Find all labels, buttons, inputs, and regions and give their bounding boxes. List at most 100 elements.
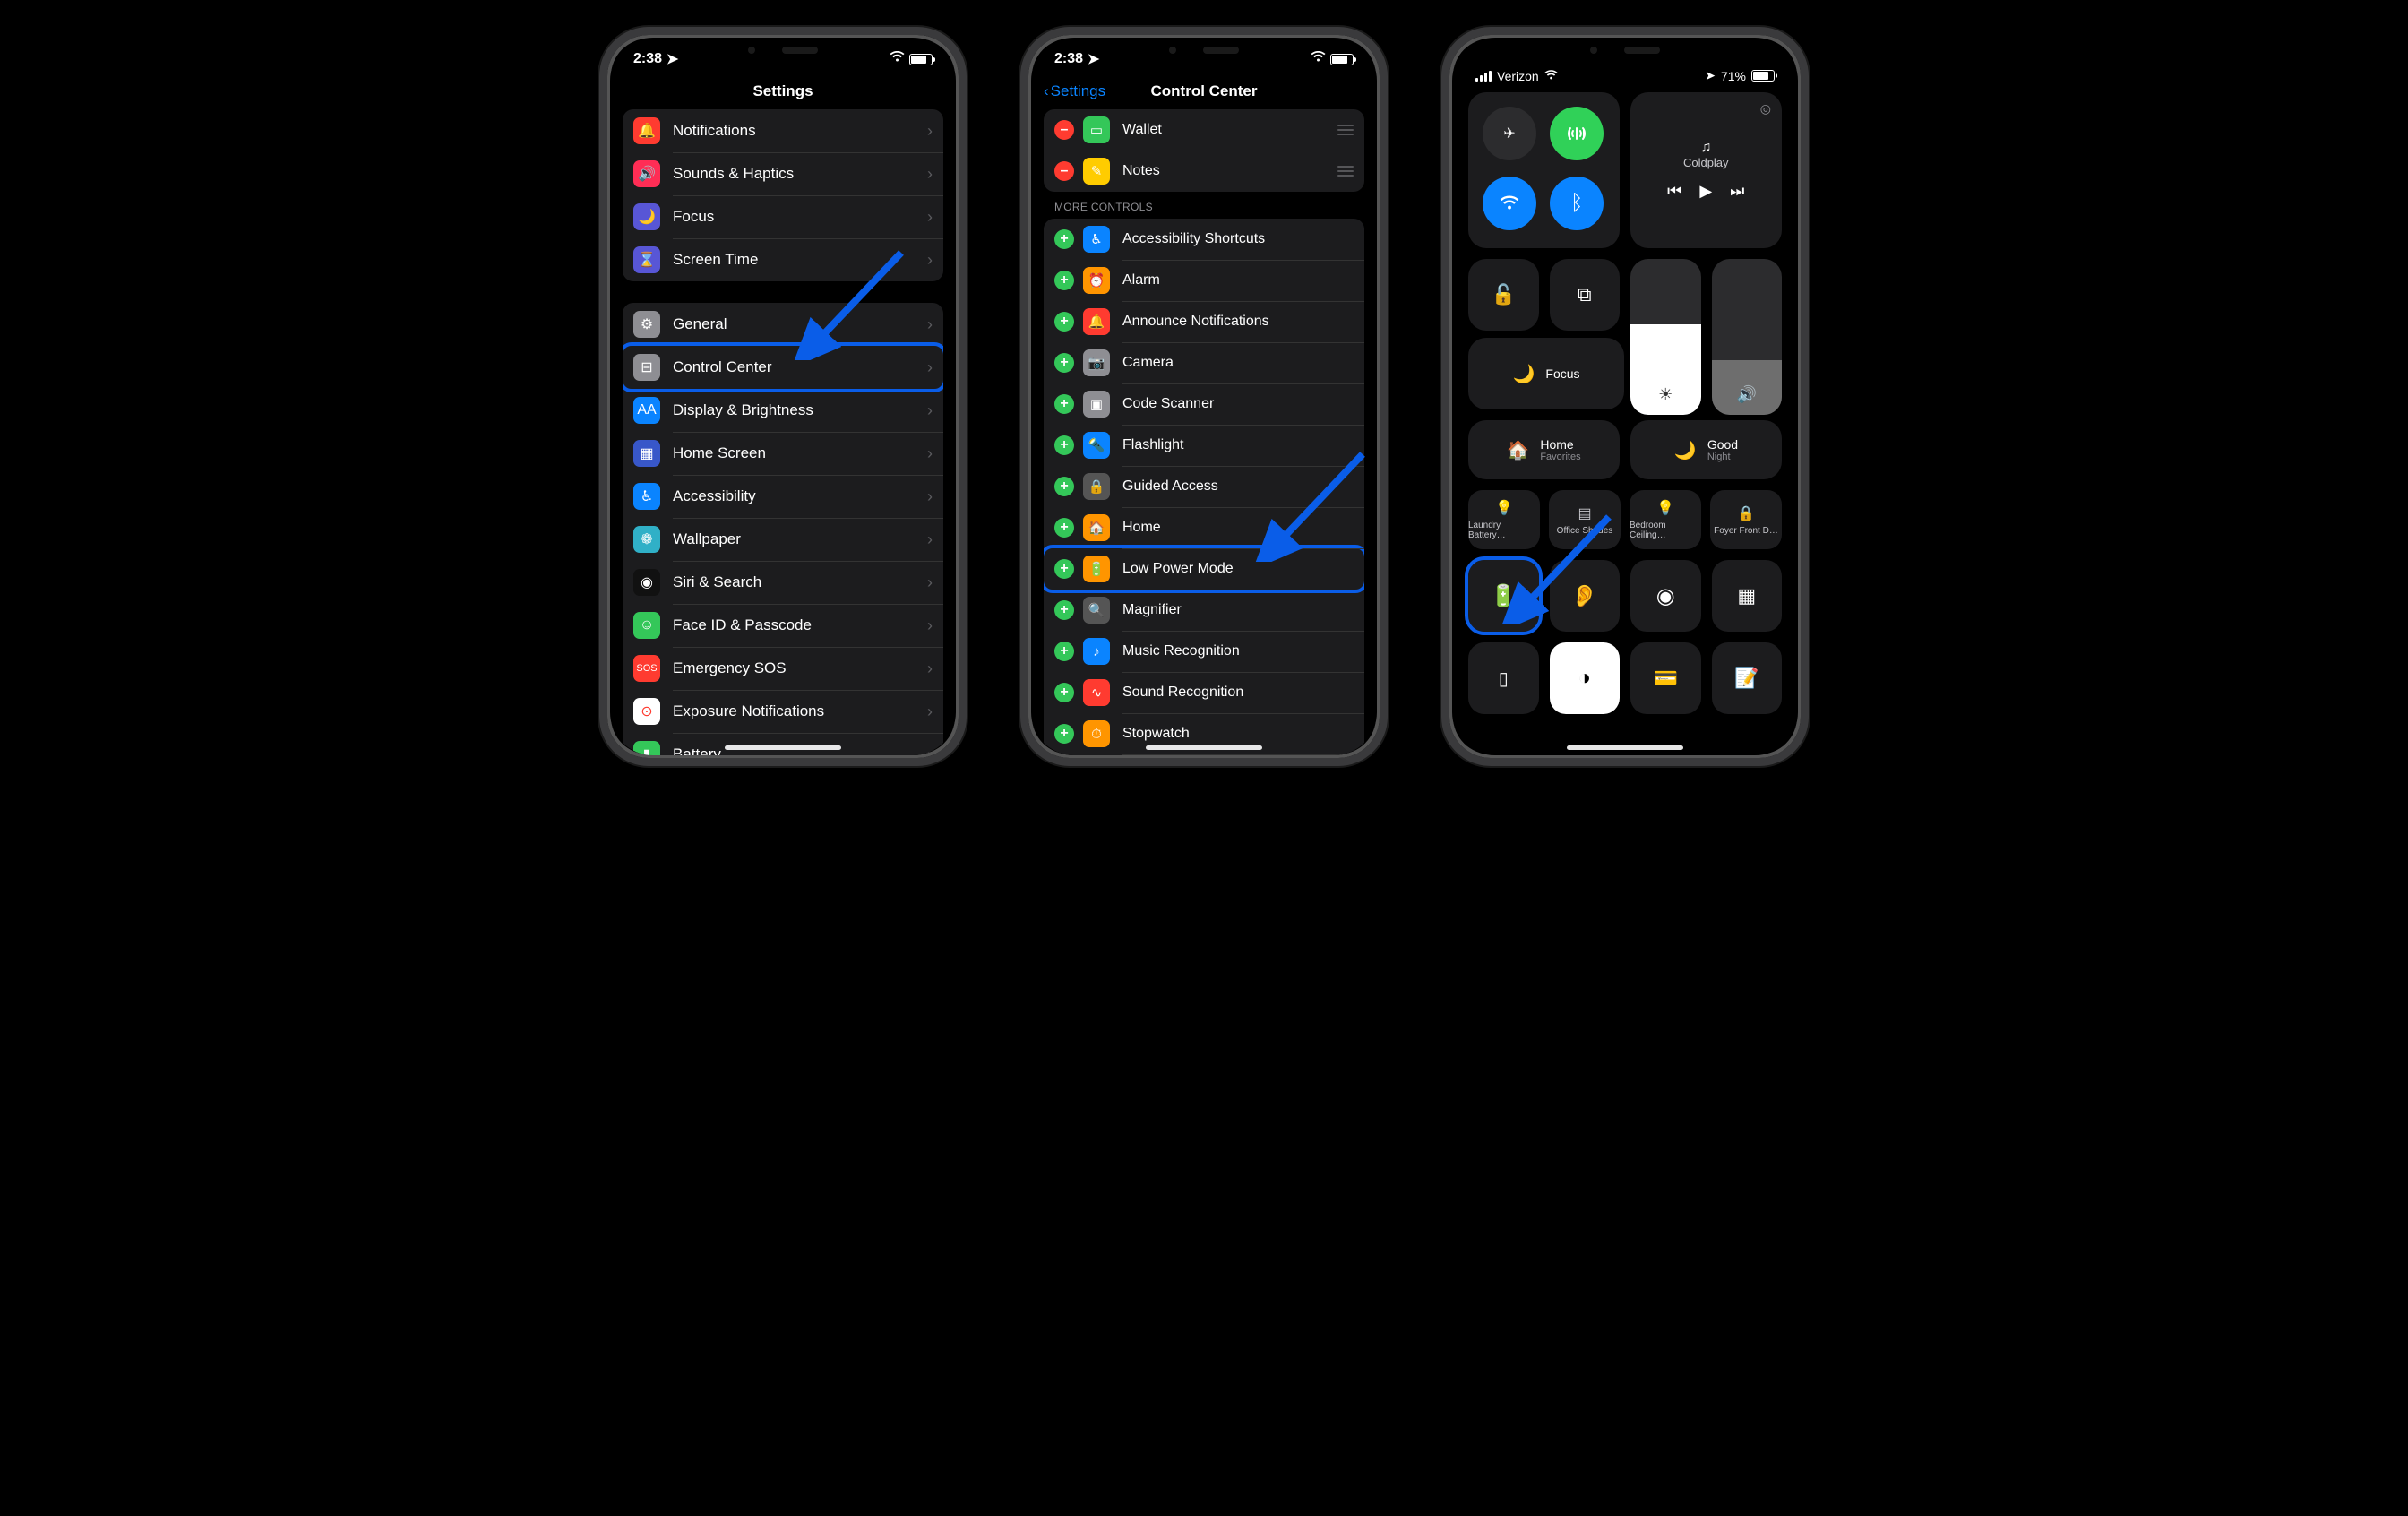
notes-icon: ✎ (1083, 158, 1110, 185)
row-label: Camera (1122, 355, 1174, 371)
add-button[interactable]: + (1054, 229, 1074, 249)
cellular-data-toggle[interactable] (1550, 107, 1604, 160)
home-scene-button[interactable]: 🏠 Home Favorites (1468, 420, 1620, 479)
row-label: Alarm (1122, 272, 1160, 289)
drag-handle-icon[interactable] (1337, 125, 1354, 135)
wifi-icon (890, 51, 905, 67)
back-button[interactable]: ‹ Settings (1044, 82, 1105, 100)
airplay-icon[interactable]: ◎ (1760, 101, 1771, 116)
control-row-sound-recognition[interactable]: +∿Sound Recognition (1044, 672, 1364, 713)
control-row-announce-notifications[interactable]: +🔔Announce Notifications (1044, 301, 1364, 342)
drag-handle-icon[interactable] (1337, 166, 1354, 177)
cellular-signal-icon (1475, 71, 1492, 82)
airplane-mode-toggle[interactable]: ✈︎ (1483, 107, 1536, 160)
chevron-right-icon: › (927, 358, 933, 377)
settings-row-focus[interactable]: 🌙Focus› (623, 195, 943, 238)
control-row-text-size[interactable]: +AAText Size (1044, 754, 1364, 755)
connectivity-tile[interactable]: ✈︎ ᛒ (1468, 92, 1620, 248)
control-row-music-recognition[interactable]: + ♪ Music Recognition (1044, 631, 1364, 672)
homekit-bedroom-ceiling-[interactable]: 💡Bedroom Ceiling… (1630, 490, 1701, 549)
add-button[interactable]: + (1054, 683, 1074, 702)
add-button[interactable]: + (1054, 271, 1074, 290)
control-row-alarm[interactable]: +⏰Alarm (1044, 260, 1364, 301)
settings-row-accessibility[interactable]: ♿︎Accessibility› (623, 475, 943, 518)
control-row-camera[interactable]: +📷Camera (1044, 342, 1364, 383)
settings-row-home-screen[interactable]: ▦Home Screen› (623, 432, 943, 475)
control-row-notes[interactable]: –✎Notes (1044, 151, 1364, 192)
wallpaper-icon: ❁ (633, 526, 660, 553)
media-tile[interactable]: ◎ ♫ Coldplay ⏮ ▶ ⏭ (1630, 92, 1783, 248)
home-indicator[interactable] (1146, 745, 1262, 750)
add-button[interactable]: + (1054, 559, 1074, 579)
add-button[interactable]: + (1054, 724, 1074, 744)
settings-row-sounds-haptics[interactable]: 🔊Sounds & Haptics› (623, 152, 943, 195)
row-label: Accessibility Shortcuts (1122, 231, 1265, 247)
remove-button[interactable]: – (1054, 120, 1074, 140)
nav-bar: ‹ Settings Control Center (1031, 68, 1377, 109)
settings-row-notifications[interactable]: 🔔Notifications› (623, 109, 943, 152)
add-button[interactable]: + (1054, 353, 1074, 373)
wifi-toggle[interactable] (1483, 177, 1536, 230)
settings-row-face-id-passcode[interactable]: ☺︎Face ID & Passcode› (623, 604, 943, 647)
location-icon: ➤ (666, 50, 678, 68)
chevron-right-icon: › (927, 315, 933, 334)
status-time: 2:38 (1054, 51, 1083, 67)
battery-icon (1330, 54, 1354, 65)
orientation-lock-toggle[interactable]: 🔓 (1468, 259, 1539, 331)
home-indicator[interactable] (725, 745, 841, 750)
calculator-button[interactable]: ▦ (1712, 560, 1783, 632)
add-button[interactable]: + (1054, 435, 1074, 455)
row-label: Home (1122, 520, 1161, 536)
annotation-arrow (1255, 445, 1377, 562)
notch (711, 38, 855, 63)
add-button[interactable]: + (1054, 518, 1074, 538)
add-button[interactable]: + (1054, 477, 1074, 496)
row-label: Music Recognition (1122, 643, 1240, 659)
apple-tv-remote-button[interactable]: ▯ (1468, 642, 1539, 714)
screen-mirroring-button[interactable]: ⧉ (1550, 259, 1621, 331)
row-label: Wallpaper (673, 530, 741, 548)
settings-row-display-brightness[interactable]: AADisplay & Brightness› (623, 389, 943, 432)
back-label: Settings (1051, 82, 1105, 100)
add-button[interactable]: + (1054, 642, 1074, 661)
wallet-button[interactable]: 💳 (1630, 642, 1701, 714)
add-button[interactable]: + (1054, 600, 1074, 620)
settings-row-battery[interactable]: ▮Battery› (623, 733, 943, 755)
row-label: Guided Access (1122, 478, 1218, 495)
add-button[interactable]: + (1054, 394, 1074, 414)
settings-row-exposure-notifications[interactable]: ⊙Exposure Notifications› (623, 690, 943, 733)
control-row-accessibility-shortcuts[interactable]: + ♿︎ Accessibility Shortcuts (1044, 219, 1364, 260)
focus-button[interactable]: 🌙 Focus (1468, 338, 1624, 409)
guided-access-icon: 🔒 (1083, 473, 1110, 500)
control-row-code-scanner[interactable]: +▣Code Scanner (1044, 383, 1364, 425)
bluetooth-toggle[interactable]: ᛒ (1550, 177, 1604, 230)
homekit-foyer-front-d-[interactable]: 🔒Foyer Front D… (1710, 490, 1782, 549)
wallet-icon: ▭ (1083, 116, 1110, 143)
media-next-button[interactable]: ⏭ (1730, 182, 1744, 201)
add-button[interactable]: + (1054, 312, 1074, 332)
phone-settings: 2:38 ➤ Settings 🔔Notifications›🔊Sounds &… (599, 27, 967, 766)
accessory-icon: 💡 (1656, 499, 1674, 517)
notch (1132, 38, 1276, 63)
row-label: Exposure Notifications (673, 702, 824, 720)
remove-button[interactable]: – (1054, 161, 1074, 181)
brightness-slider[interactable]: ☀︎ (1630, 259, 1701, 415)
dark-mode-toggle[interactable]: ◑ (1550, 642, 1621, 714)
home-indicator[interactable] (1567, 745, 1683, 750)
media-play-button[interactable]: ▶ (1699, 182, 1712, 201)
settings-group-2: ⚙︎General›⊟Control Center›AADisplay & Br… (623, 303, 943, 755)
quick-note-button[interactable]: 📝 (1712, 642, 1783, 714)
media-prev-button[interactable]: ⏮ (1667, 182, 1681, 201)
settings-row-wallpaper[interactable]: ❁Wallpaper› (623, 518, 943, 561)
control-row-wallet[interactable]: –▭Wallet (1044, 109, 1364, 151)
annotation-arrow (794, 244, 919, 360)
row-label: Home Screen (673, 444, 766, 462)
settings-row-siri-search[interactable]: ◉Siri & Search› (623, 561, 943, 604)
control-row-magnifier[interactable]: +🔍Magnifier (1044, 590, 1364, 631)
accessibility-shortcuts-icon: ♿︎ (1083, 226, 1110, 253)
screen-record-button[interactable]: ◉ (1630, 560, 1701, 632)
volume-slider[interactable]: 🔊 (1712, 259, 1783, 415)
music-recognition-icon: ♪ (1083, 638, 1110, 665)
settings-row-emergency-sos[interactable]: SOSEmergency SOS› (623, 647, 943, 690)
good-night-scene-button[interactable]: 🌙 Good Night (1630, 420, 1782, 479)
